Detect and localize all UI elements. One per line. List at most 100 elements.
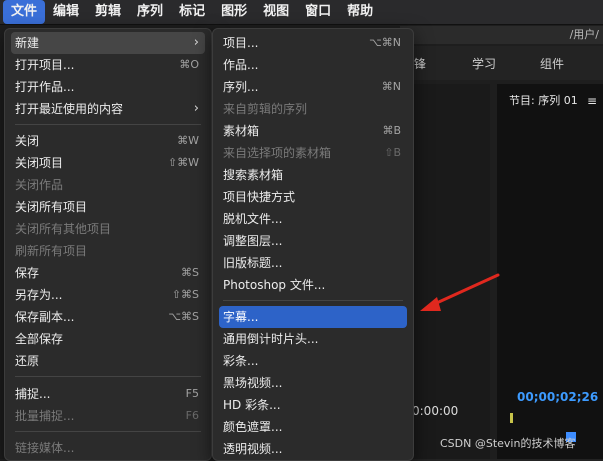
menu-shortcut: ⌥⌘N <box>369 36 401 49</box>
menu-item-label: 项目... <box>223 36 259 50</box>
submenu-item-black-video[interactable]: 黑场视频... <box>219 372 407 394</box>
menu-item-label: 保存副本... <box>15 310 75 324</box>
menu-item-save-as[interactable]: 另存为... ⇧⌘S <box>11 284 205 306</box>
menu-item-label: 新建 <box>15 36 40 50</box>
menu-item-label: 字幕... <box>223 310 259 324</box>
submenu-item-captions[interactable]: 字幕... <box>219 306 407 328</box>
submenu-item-sequence[interactable]: 序列... ⌘N <box>219 76 407 98</box>
submenu-arrow-icon: › <box>193 35 199 50</box>
menu-item-label: 搜索素材箱 <box>223 168 284 182</box>
menu-item-revert[interactable]: 还原 <box>11 350 205 372</box>
menu-shortcut: ⇧B <box>384 146 401 159</box>
submenu-item-adjustment-layer[interactable]: 调整图层... <box>219 230 407 252</box>
menu-item-label: 透明视频... <box>223 442 283 456</box>
new-submenu: 项目... ⌥⌘N 作品... 序列... ⌘N 来自剪辑的序列 素材箱 ⌘B … <box>212 28 414 461</box>
submenu-item-photoshop-file[interactable]: Photoshop 文件... <box>219 274 407 296</box>
menu-shortcut: F6 <box>185 409 199 422</box>
menu-item-open-project[interactable]: 打开项目... ⌘O <box>11 54 205 76</box>
menu-item-new[interactable]: 新建 › <box>11 32 205 54</box>
menu-item-label: 素材箱 <box>223 124 260 138</box>
menu-help[interactable]: 帮助 <box>339 0 381 24</box>
watermark: CSDN @Stevin的技术博客 <box>440 437 576 450</box>
panel-menu-icon[interactable]: ≡ <box>587 90 597 112</box>
submenu-item-bin-from-selection: 来自选择项的素材箱 ⇧B <box>219 142 407 164</box>
menu-item-label: 捕捉... <box>15 387 51 401</box>
menu-graphics[interactable]: 图形 <box>213 0 255 24</box>
menu-item-open-recent[interactable]: 打开最近使用的内容 › <box>11 98 205 120</box>
menu-view[interactable]: 视图 <box>255 0 297 24</box>
menu-shortcut: ⌘N <box>381 80 401 93</box>
tab-assembly[interactable]: 组件 <box>540 55 564 72</box>
menu-item-label: 打开作品... <box>15 80 75 94</box>
program-monitor-header: 节目: 序列 01 ≡ <box>497 90 603 112</box>
tab-learning[interactable]: 学习 <box>472 55 496 72</box>
menu-shortcut: ⌘O <box>179 58 199 71</box>
menu-item-label: 关闭作品 <box>15 178 64 192</box>
submenu-item-hd-bars[interactable]: HD 彩条... <box>219 394 407 416</box>
menu-item-label: 序列... <box>223 80 259 94</box>
menu-file[interactable]: 文件 <box>3 0 46 24</box>
menu-clip[interactable]: 剪辑 <box>87 0 129 24</box>
menu-item-label: 关闭 <box>15 134 40 148</box>
submenu-item-production[interactable]: 作品... <box>219 54 407 76</box>
menu-separator <box>15 431 201 432</box>
menu-item-label: 调整图层... <box>223 234 283 248</box>
menu-item-save-copy[interactable]: 保存副本... ⌥⌘S <box>11 306 205 328</box>
menu-item-close-project[interactable]: 关闭项目 ⇧⌘W <box>11 152 205 174</box>
menu-item-label: 作品... <box>223 58 259 72</box>
menu-markers[interactable]: 标记 <box>171 0 213 24</box>
menu-edit[interactable]: 编辑 <box>45 0 87 24</box>
menu-item-label: 旧版标题... <box>223 256 283 270</box>
submenu-item-transparent-video[interactable]: 透明视频... <box>219 438 407 460</box>
submenu-item-search-bin[interactable]: 搜索素材箱 <box>219 164 407 186</box>
in-point-marker <box>510 413 513 423</box>
menu-item-close-all-projects[interactable]: 关闭所有项目 <box>11 196 205 218</box>
menu-shortcut: ⇧⌘S <box>171 288 199 301</box>
menu-item-label: 链接媒体... <box>15 441 75 455</box>
submenu-item-project-shortcut[interactable]: 项目快捷方式 <box>219 186 407 208</box>
menu-item-label: 项目快捷方式 <box>223 190 296 204</box>
path-bar: /用户/ <box>400 26 603 44</box>
submenu-item-offline-file[interactable]: 脱机文件... <box>219 208 407 230</box>
menu-item-label: 打开项目... <box>15 58 75 72</box>
submenu-item-countdown-leader[interactable]: 通用倒计时片头... <box>219 328 407 350</box>
menu-item-save-all[interactable]: 全部保存 <box>11 328 205 350</box>
workspace-tabs: 锋 学习 组件 <box>400 46 603 80</box>
tab-editing[interactable]: 锋 <box>414 55 426 72</box>
source-timecode: 0:00:00 <box>412 404 459 418</box>
menu-item-label: 关闭项目 <box>15 156 64 170</box>
menu-shortcut: ⌘W <box>177 134 199 147</box>
submenu-item-bars-and-tone[interactable]: 彩条... <box>219 350 407 372</box>
menu-item-label: 颜色遮罩... <box>223 420 283 434</box>
submenu-item-bin[interactable]: 素材箱 ⌘B <box>219 120 407 142</box>
submenu-item-color-matte[interactable]: 颜色遮罩... <box>219 416 407 438</box>
menu-sequence[interactable]: 序列 <box>129 0 171 24</box>
menu-item-close[interactable]: 关闭 ⌘W <box>11 130 205 152</box>
menu-item-batch-capture: 批量捕捉... F6 <box>11 405 205 427</box>
menu-item-label: 通用倒计时片头... <box>223 332 319 346</box>
menu-item-save[interactable]: 保存 ⌘S <box>11 262 205 284</box>
menu-item-label: 刷新所有项目 <box>15 244 88 258</box>
program-timecode[interactable]: 00;00;02;26 <box>517 390 598 404</box>
menu-shortcut: ⌥⌘S <box>168 310 199 323</box>
menu-bar: 文件 编辑 剪辑 序列 标记 图形 视图 窗口 帮助 <box>0 0 603 25</box>
menu-item-capture[interactable]: 捕捉... F5 <box>11 383 205 405</box>
menu-shortcut: F5 <box>185 387 199 400</box>
menu-item-refresh-projects: 刷新所有项目 <box>11 240 205 262</box>
menu-item-label: 来自剪辑的序列 <box>223 102 308 116</box>
menu-separator <box>15 376 201 377</box>
menu-window[interactable]: 窗口 <box>297 0 339 24</box>
menu-item-label: HD 彩条... <box>223 398 281 412</box>
menu-item-open-production[interactable]: 打开作品... <box>11 76 205 98</box>
menu-item-close-other-projects: 关闭所有其他项目 <box>11 218 205 240</box>
submenu-arrow-icon: › <box>193 101 199 116</box>
submenu-item-sequence-from-clip: 来自剪辑的序列 <box>219 98 407 120</box>
menu-item-label: 全部保存 <box>15 332 64 346</box>
menu-shortcut: ⇧⌘W <box>167 156 199 169</box>
menu-item-label: 保存 <box>15 266 40 280</box>
submenu-item-legacy-title[interactable]: 旧版标题... <box>219 252 407 274</box>
file-menu: 新建 › 打开项目... ⌘O 打开作品... 打开最近使用的内容 › 关闭 ⌘… <box>4 28 212 461</box>
menu-shortcut: ⌘S <box>181 266 199 279</box>
program-monitor-title: 节目: 序列 01 <box>509 94 578 107</box>
submenu-item-project[interactable]: 项目... ⌥⌘N <box>219 32 407 54</box>
